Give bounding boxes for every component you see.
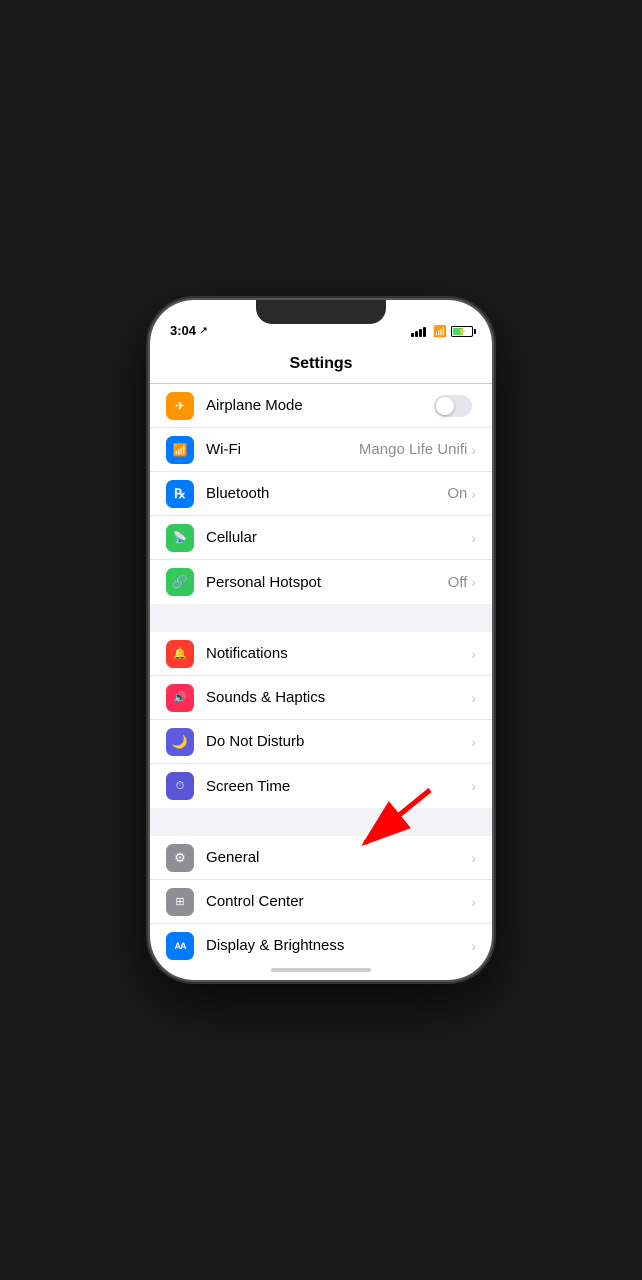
signal-bars [411,327,426,337]
bluetooth-label: Bluetooth [206,485,447,502]
signal-bar-3 [419,329,422,337]
sounds-row[interactable]: 🔊 Sounds & Haptics › [150,676,492,720]
general-label: General [206,849,471,866]
screen-time-label: Screen Time [206,778,471,795]
nav-bar: Settings [150,344,492,384]
wifi-row[interactable]: 📶 Wi-Fi Mango Life Unifi › [150,428,492,472]
general-chevron: › [471,850,476,866]
bluetooth-icon: ℞ [166,480,194,508]
airplane-mode-icon: ✈ [166,392,194,420]
personal-hotspot-row[interactable]: 🔗 Personal Hotspot Off › [150,560,492,604]
screen-time-chevron: › [471,778,476,794]
wifi-chevron: › [471,442,476,458]
airplane-mode-toggle[interactable] [434,395,472,417]
status-time: 3:04 ↗ [170,323,208,338]
personal-hotspot-chevron: › [471,574,476,590]
cellular-label: Cellular [206,529,471,546]
control-center-label: Control Center [206,893,471,910]
signal-bar-1 [411,333,414,337]
display-label: Display & Brightness [206,937,471,954]
display-row[interactable]: AA Display & Brightness › [150,924,492,960]
notifications-label: Notifications [206,645,471,662]
display-chevron: › [471,938,476,954]
bluetooth-value: On [447,485,467,502]
notifications-icon: 🔔 [166,640,194,668]
personal-hotspot-icon: 🔗 [166,568,194,596]
do-not-disturb-row[interactable]: 🌙 Do Not Disturb › [150,720,492,764]
bluetooth-chevron: › [471,486,476,502]
notifications-row[interactable]: 🔔 Notifications › [150,632,492,676]
wifi-icon: 📶 [433,325,447,338]
wifi-icon: 📶 [166,436,194,464]
cellular-chevron: › [471,530,476,546]
settings-list[interactable]: ✈ Airplane Mode 📶 Wi-Fi Mango Life Unifi… [150,384,492,960]
general-row[interactable]: ⚙ General › [150,836,492,880]
page-title: Settings [289,355,352,373]
signal-bar-2 [415,331,418,337]
control-center-row[interactable]: ⊞ Control Center › [150,880,492,924]
screen-time-row[interactable]: ⏱ Screen Time › [150,764,492,808]
do-not-disturb-label: Do Not Disturb [206,733,471,750]
battery-icon: ⚡ [451,326,476,337]
section-divider-2 [150,808,492,836]
connectivity-group: ✈ Airplane Mode 📶 Wi-Fi Mango Life Unifi… [150,384,492,604]
general-group: ⚙ General › ⊞ Control Center › AA [150,836,492,960]
general-icon: ⚙ [166,844,194,872]
airplane-mode-label: Airplane Mode [206,397,434,414]
sounds-label: Sounds & Haptics [206,689,471,706]
control-center-chevron: › [471,894,476,910]
do-not-disturb-chevron: › [471,734,476,750]
cellular-row[interactable]: 📡 Cellular › [150,516,492,560]
screen-time-icon: ⏱ [166,772,194,800]
sounds-icon: 🔊 [166,684,194,712]
home-indicator[interactable] [150,960,492,980]
wifi-value: Mango Life Unifi [359,441,467,458]
personal-hotspot-value: Off [448,574,468,591]
notifications-group: 🔔 Notifications › 🔊 Sounds & Haptics › [150,632,492,808]
notifications-chevron: › [471,646,476,662]
notch [256,300,386,324]
phone-frame: 3:04 ↗ 📶 ⚡ [150,300,492,980]
do-not-disturb-icon: 🌙 [166,728,194,756]
battery-lightning: ⚡ [452,327,472,336]
signal-bar-4 [423,327,426,337]
screen: 3:04 ↗ 📶 ⚡ [150,300,492,980]
location-icon: ↗ [200,325,208,336]
airplane-mode-row[interactable]: ✈ Airplane Mode [150,384,492,428]
cellular-icon: 📡 [166,524,194,552]
home-bar [271,968,371,972]
sounds-chevron: › [471,690,476,706]
control-center-icon: ⊞ [166,888,194,916]
display-icon: AA [166,932,194,960]
status-icons: 📶 ⚡ [411,325,476,338]
personal-hotspot-label: Personal Hotspot [206,574,448,591]
bluetooth-row[interactable]: ℞ Bluetooth On › [150,472,492,516]
wifi-label: Wi-Fi [206,441,359,458]
section-divider-1 [150,604,492,632]
